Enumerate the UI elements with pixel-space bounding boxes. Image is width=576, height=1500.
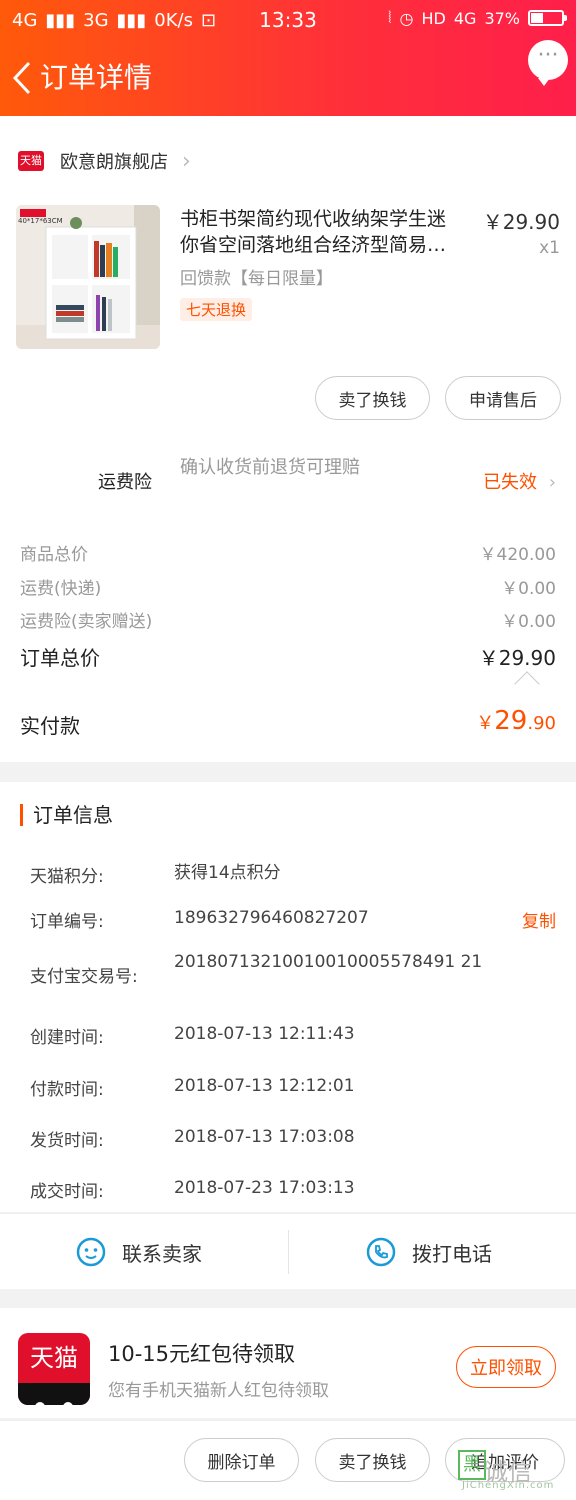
sell-button-bottom[interactable]: 卖了换钱 [315, 1438, 430, 1482]
info-label: 发货时间: [30, 1131, 104, 1151]
info-value: 2018-07-23 17:03:13 [174, 1178, 355, 1198]
summary-row: 商品总价 ￥420.00 [20, 540, 556, 565]
call-phone-label: 拨打电话 [412, 1241, 492, 1266]
info-label: 付款时间: [30, 1080, 104, 1100]
product-sku: 回馈款【每日限量】 [180, 269, 333, 289]
return-policy-tag: 七天退换 [180, 298, 253, 321]
order-total-row: 订单总价 ￥29.90 [20, 642, 556, 671]
hd-label: HD [421, 8, 446, 28]
store-name: 欧意朗旗舰店 [60, 152, 168, 173]
network-right: 4G [453, 8, 477, 28]
tmall-badge: 天猫 [18, 151, 44, 171]
summary-label: 运费(快递) [20, 579, 102, 599]
summary-row: 运费(快递) ￥0.00 [20, 574, 556, 599]
info-label: 订单编号: [30, 912, 104, 932]
summary-value: ￥420.00 [479, 545, 556, 565]
battery-icon [528, 10, 567, 26]
contact-seller-button[interactable]: 联系卖家 [76, 1214, 202, 1290]
summary-value: ￥0.00 [501, 612, 556, 632]
paid-label: 实付款 [20, 714, 80, 738]
chevron-right-icon: › [182, 148, 191, 174]
insurance-label: 运费险 [98, 472, 152, 493]
divider [288, 1230, 289, 1274]
product-thumbnail[interactable]: 40*17*63CM [16, 205, 160, 349]
info-value: 2018-07-13 12:11:43 [174, 1024, 355, 1044]
product-quantity: x1 [539, 238, 560, 258]
tmall-logo: 天猫 [18, 1333, 90, 1405]
copy-button[interactable]: 复制 [522, 907, 556, 932]
app-header: 4G ▮▮▮ 3G ▮▮▮ 0K/s ⊡ 13:33 ⦚ ◷ HD 4G 37%… [0, 0, 576, 116]
info-label: 成交时间: [30, 1182, 104, 1202]
back-arrow-icon[interactable] [12, 58, 36, 98]
page-title: 订单详情 [40, 61, 153, 94]
summary-value: ￥0.00 [501, 579, 556, 599]
paid-integer: 29 [494, 706, 528, 736]
info-label: 创建时间: [30, 1028, 104, 1048]
summary-row: 运费险(卖家赠送) ￥0.00 [20, 607, 556, 632]
chat-icon [76, 1237, 106, 1267]
product-price: ￥29.90 [482, 210, 560, 234]
status-right: ⦚ ◷ HD 4G 37% [388, 8, 567, 28]
phone-icon [366, 1237, 396, 1267]
product-title-line: 书柜书架简约现代收纳架学生迷 [180, 208, 447, 230]
summary-label: 商品总价 [20, 545, 88, 565]
sell-button[interactable]: 卖了换钱 [315, 376, 430, 420]
claim-now-button[interactable]: 立即领取 [456, 1346, 556, 1388]
paid-decimal: .90 [527, 713, 556, 734]
delete-order-button[interactable]: 删除订单 [184, 1438, 299, 1482]
watermark-url: JiChengXin.com [462, 1480, 555, 1491]
alipay-trade-number: 20180713210010010005578491 21 [174, 952, 483, 972]
promo-subtitle: 您有手机天猫新人红包待领取 [108, 1381, 329, 1401]
vibrate-icon: ⦚ [388, 8, 392, 27]
order-total-value: ￥29.90 [478, 646, 556, 670]
store-row[interactable]: 天猫 欧意朗旗舰店 › [18, 148, 191, 174]
summary-label: 运费险(卖家赠送) [20, 612, 153, 632]
tmall-cat-eyes [18, 1383, 90, 1405]
alarm-icon: ◷ [399, 8, 414, 28]
call-phone-button[interactable]: 拨打电话 [366, 1214, 492, 1290]
paid-amount: ￥29.90 [476, 706, 556, 736]
contact-seller-label: 联系卖家 [122, 1241, 202, 1266]
promo-title: 10-15元红包待领取 [108, 1342, 296, 1366]
watermark-mark: 黑 [458, 1450, 486, 1480]
info-label: 天猫积分: [30, 867, 104, 887]
info-label: 支付宝交易号: [30, 967, 138, 987]
product-title[interactable]: 书柜书架简约现代收纳架学生迷 你省空间落地组合经济型简易… [180, 206, 476, 258]
insurance-status-text: 已失效 [483, 472, 538, 493]
paid-currency: ￥ [476, 713, 495, 734]
watermark: 黑 诚信 JiChengXin.com [458, 1450, 570, 1494]
after-sale-button[interactable]: 申请售后 [445, 376, 561, 420]
tmall-logo-text: 天猫 [30, 1344, 78, 1372]
product-title-line: 你省空间落地组合经济型简易… [180, 234, 447, 256]
chevron-right-icon: › [548, 472, 556, 493]
insurance-status[interactable]: 已失效 › [483, 468, 556, 494]
order-number: 189632796460827207 [174, 908, 369, 928]
insurance-description: 确认收货前退货可理赔 [180, 457, 360, 478]
more-menu-button[interactable]: ··· [528, 40, 568, 86]
info-value: 2018-07-13 17:03:08 [174, 1127, 355, 1147]
info-value: 2018-07-13 12:12:01 [174, 1076, 355, 1096]
order-info-title: 订单信息 [20, 804, 113, 826]
contact-bar: 联系卖家 拨打电话 [0, 1213, 576, 1289]
order-total-label: 订单总价 [20, 646, 100, 670]
battery-percent: 37% [484, 8, 520, 28]
info-value: 获得14点积分 [174, 863, 281, 883]
product-size-tag: 40*17*63CM [18, 217, 63, 225]
